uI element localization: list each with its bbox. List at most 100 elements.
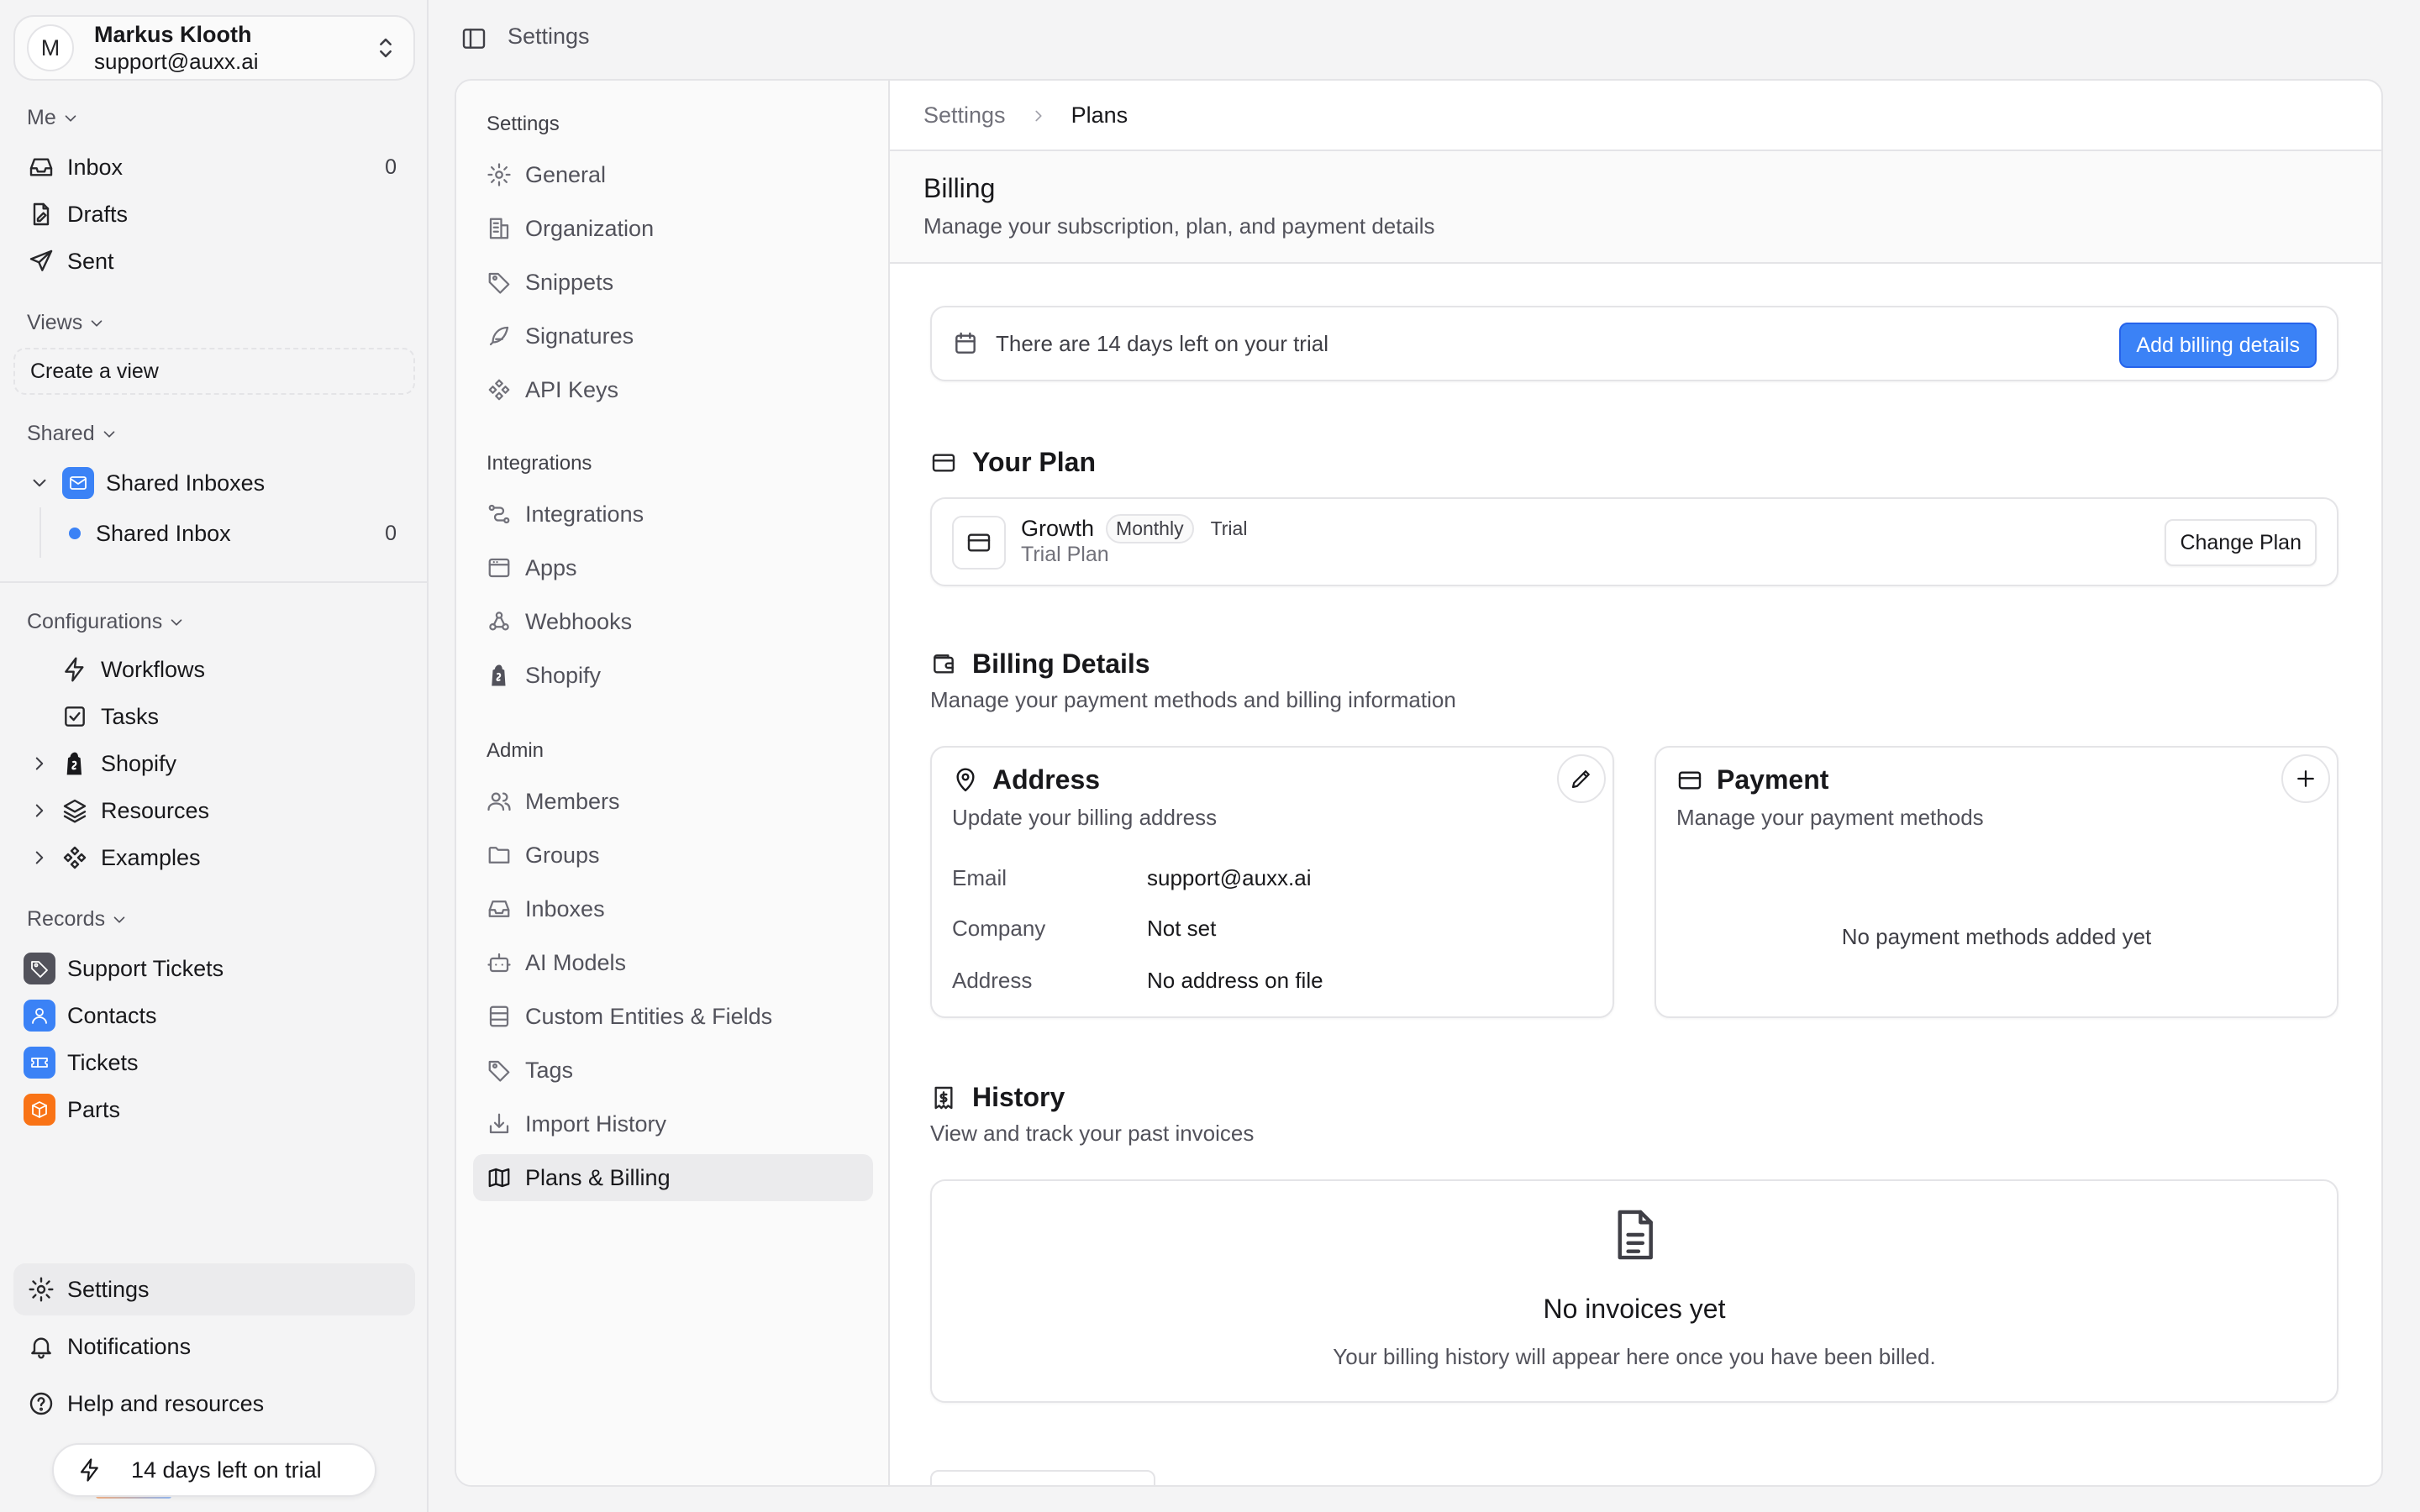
settings-item-shopify[interactable]: Shopify: [473, 652, 873, 699]
settings-item-signatures[interactable]: Signatures: [473, 312, 873, 360]
settings-item-general[interactable]: General: [473, 151, 873, 198]
row-value: No address on file: [1147, 968, 1323, 993]
sidebar-item-tickets[interactable]: Tickets: [13, 1040, 415, 1085]
avatar: M: [27, 24, 74, 71]
settings-item-import-history[interactable]: Import History: [473, 1100, 873, 1147]
settings-item-label: AI Models: [525, 949, 627, 975]
breadcrumb-current: Plans: [1071, 102, 1128, 128]
sidebar-item-notifications[interactable]: Notifications: [13, 1320, 415, 1373]
settings-item-apps[interactable]: Apps: [473, 544, 873, 591]
history-heading: History: [930, 1082, 1065, 1113]
feather-icon: [489, 326, 509, 346]
group-shared[interactable]: Shared: [27, 422, 118, 446]
sidebar-item-contacts[interactable]: Contacts: [13, 993, 415, 1038]
address-heading: Address: [952, 764, 1100, 795]
settings-item-label: Plans & Billing: [525, 1164, 671, 1190]
truncated-button[interactable]: [930, 1470, 1155, 1485]
chevron-right-icon[interactable]: [29, 753, 50, 774]
sidebar-item-parts[interactable]: Parts: [13, 1087, 415, 1132]
settings-item-label: Signatures: [525, 323, 634, 349]
billing-details-title: Billing Details: [972, 648, 1150, 679]
page-title: Billing: [923, 173, 996, 203]
sidebar-toggle-icon[interactable]: [460, 25, 487, 52]
settings-item-inboxes[interactable]: Inboxes: [473, 885, 873, 932]
group-me[interactable]: Me: [27, 106, 80, 130]
sidebar-item-support-tickets[interactable]: Support Tickets: [13, 946, 415, 991]
chevron-down-icon[interactable]: [29, 472, 50, 494]
settings-item-label: Inboxes: [525, 895, 605, 921]
sidebar-item-resources[interactable]: Resources: [13, 788, 415, 833]
sidebar-item-shared-inboxes[interactable]: Shared Inboxes: [13, 460, 415, 506]
chevron-right-icon[interactable]: [29, 847, 50, 869]
chevron-down-icon: [103, 430, 114, 438]
your-plan-title: Your Plan: [972, 447, 1096, 477]
group-configurations[interactable]: Configurations: [27, 610, 186, 634]
settings-item-label: Snippets: [525, 269, 614, 295]
group-shared-label: Shared: [27, 422, 95, 445]
chevron-right-icon[interactable]: [29, 800, 50, 822]
components-icon: [60, 843, 89, 872]
settings-item-webhooks[interactable]: Webhooks: [473, 598, 873, 645]
settings-item-custom-entities[interactable]: Custom Entities & Fields: [473, 993, 873, 1040]
billing-interval-badge: Monthly: [1106, 514, 1194, 543]
settings-item-integrations[interactable]: Integrations: [473, 491, 873, 538]
ticket-icon: [24, 1047, 55, 1079]
trial-pill[interactable]: 14 days left on trial: [52, 1443, 376, 1497]
settings-item-tags[interactable]: Tags: [473, 1047, 873, 1094]
sidebar-item-workflows[interactable]: Workflows: [13, 647, 415, 692]
trial-banner: There are 14 days left on your trial Add…: [930, 306, 2338, 381]
address-row-address: Address No address on file: [952, 968, 1323, 994]
settings-item-api-keys[interactable]: API Keys: [473, 366, 873, 413]
user-name: Markus Klooth: [94, 22, 252, 47]
billing-content: Settings Plans Billing Manage your subsc…: [890, 81, 2381, 1485]
sidebar-item-inbox[interactable]: Inbox 0: [13, 144, 415, 190]
settings-item-snippets[interactable]: Snippets: [473, 259, 873, 306]
group-records[interactable]: Records: [27, 907, 129, 932]
sidebar-item-label: Parts: [67, 1096, 121, 1122]
sidebar-item-tasks[interactable]: Tasks: [13, 694, 415, 739]
sidebar-item-shopify[interactable]: Shopify: [13, 741, 415, 786]
webhook-icon: [489, 612, 509, 631]
settings-item-groups[interactable]: Groups: [473, 832, 873, 879]
sidebar-item-label: Examples: [101, 844, 201, 870]
sidebar-item-shared-inbox[interactable]: Shared Inbox 0: [13, 511, 415, 556]
settings-item-plans-billing[interactable]: Plans & Billing: [473, 1154, 873, 1201]
group-views-label: Views: [27, 311, 83, 334]
pencil-icon: [1571, 770, 1590, 789]
settings-item-members[interactable]: Members: [473, 778, 873, 825]
add-payment-method-button[interactable]: [2281, 754, 2330, 803]
sidebar-item-label: Support Tickets: [67, 955, 224, 981]
sidebar-item-settings[interactable]: Settings: [13, 1263, 415, 1315]
no-invoices-title: No invoices yet: [1543, 1294, 1726, 1324]
edit-address-button[interactable]: [1557, 754, 1606, 803]
your-plan-heading: Your Plan: [930, 447, 1096, 478]
users-icon: [487, 792, 511, 811]
sidebar-item-drafts[interactable]: Drafts: [13, 192, 415, 237]
settings-item-label: Integrations: [525, 501, 644, 527]
settings-item-ai-models[interactable]: AI Models: [473, 939, 873, 986]
change-plan-button[interactable]: Change Plan: [2165, 519, 2317, 566]
app-window-icon: [488, 558, 510, 578]
billing-details-heading: Billing Details: [930, 648, 1150, 680]
plan-card: Growth Monthly Trial Trial Plan Change P…: [930, 497, 2338, 586]
chevron-down-icon: [171, 618, 182, 626]
chevron-down-icon: [113, 916, 125, 923]
sidebar-item-examples[interactable]: Examples: [13, 835, 415, 880]
history-title: History: [972, 1082, 1065, 1112]
account-switcher[interactable]: M Markus Klooth support@auxx.ai: [13, 15, 415, 81]
breadcrumb-settings-link[interactable]: Settings: [923, 102, 1006, 129]
settings-item-label: Members: [525, 788, 620, 814]
group-views[interactable]: Views: [27, 311, 106, 335]
settings-item-organization[interactable]: Organization: [473, 205, 873, 252]
create-view-button[interactable]: Create a view: [13, 348, 415, 395]
add-billing-details-button[interactable]: Add billing details: [2119, 323, 2317, 368]
row-key: Address: [952, 968, 1033, 993]
sidebar-item-sent[interactable]: Sent: [13, 239, 415, 284]
settings-item-label: Custom Entities & Fields: [525, 1003, 773, 1029]
plan-status-badge: Trial: [1210, 517, 1248, 539]
document-icon: [1618, 1210, 1653, 1260]
group-configurations-label: Configurations: [27, 610, 163, 633]
sidebar-item-help[interactable]: Help and resources: [13, 1378, 415, 1430]
settings-item-label: Apps: [525, 554, 577, 580]
settings-panel: Settings General Organization Snippets S…: [455, 79, 2383, 1487]
